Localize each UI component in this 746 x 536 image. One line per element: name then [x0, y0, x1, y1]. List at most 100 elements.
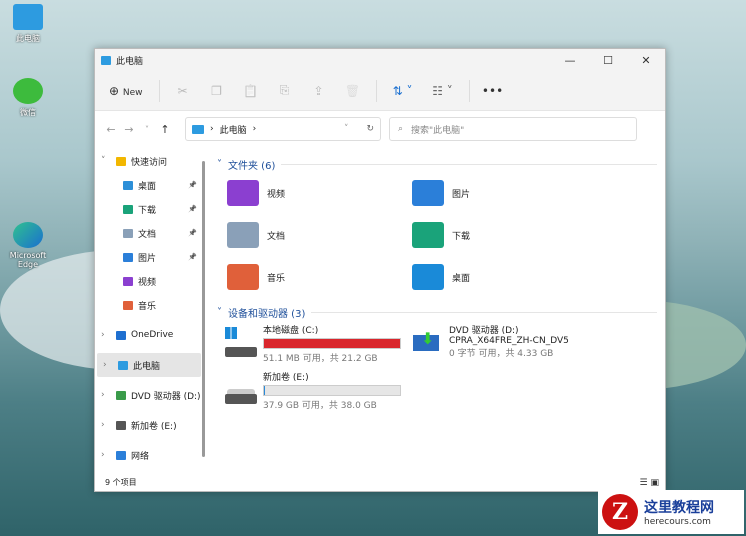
sidebar-item[interactable]: 图片 📌 [95, 245, 205, 269]
details-view-button[interactable]: ☰ [640, 478, 648, 488]
folder-icon [123, 252, 133, 262]
folder-icon [118, 360, 128, 370]
address-bar[interactable]: › 此电脑 › ˅ ↻ [185, 117, 381, 141]
forward-button[interactable]: → [121, 123, 137, 136]
folder-label: 图片 [452, 189, 471, 200]
drive-label: DVD 驱动器 (D:) [449, 326, 519, 336]
folder-icon [116, 330, 126, 340]
sidebar-item-label: 此电脑 [133, 361, 161, 372]
cut-icon[interactable]: ✂ [166, 84, 200, 98]
search-input[interactable]: ⌕ 搜索"此电脑" [389, 117, 637, 141]
up-button[interactable]: ↑ [157, 123, 173, 136]
sidebar-item-label: 快速访问 [131, 157, 168, 168]
folder-item[interactable]: 音乐 [227, 261, 412, 293]
sidebar-item-label: 音乐 [138, 301, 157, 312]
sidebar-item-label: 文档 [138, 229, 157, 240]
sidebar-item-label: DVD 驱动器 (D:) [131, 391, 201, 402]
search-placeholder: 搜索"此电脑" [411, 125, 465, 136]
copy-icon[interactable]: ❐ [200, 84, 234, 98]
chevron-icon[interactable]: ˅ [101, 156, 111, 166]
recent-locations-button[interactable]: ˅ [139, 125, 155, 134]
minimize-button[interactable]: — [551, 54, 589, 67]
drives-group-header[interactable]: ˅ 设备和驱动器 (3) [213, 301, 665, 323]
chevron-icon[interactable]: › [101, 390, 111, 400]
divider [468, 79, 470, 102]
dvd-drive-icon: ⬇ [411, 327, 443, 357]
sidebar-scrollbar[interactable] [202, 161, 205, 457]
chevron-icon[interactable]: › [103, 360, 113, 370]
navigation-pane: ˅ 快速访问 桌面 📌 下载 📌 文档 📌 图片 📌 视频 音乐 › OneDrive › 此电脑 › DVD 驱… [95, 149, 205, 479]
back-button[interactable]: ← [103, 123, 119, 136]
folder-item[interactable]: 文档 [227, 219, 412, 251]
sidebar-item[interactable]: 文档 📌 [95, 221, 205, 245]
folder-item[interactable]: 视频 [227, 177, 412, 209]
folder-label: 音乐 [267, 273, 286, 284]
item-count: 9 个项目 [105, 478, 137, 487]
sidebar-item-label: 桌面 [138, 181, 157, 192]
drive-space: 37.9 GB 可用，共 38.0 GB [263, 401, 377, 411]
command-bar: ⊕ New ✂ ❐ 📋 ⎘ ⇪ 🗑 ⇅ ˅ ☷ ˅ ••• [95, 71, 665, 111]
folder-icon [123, 300, 133, 310]
folders-group-header[interactable]: ˅ 文件夹 (6) [213, 153, 665, 175]
drive-e[interactable]: 新加卷 (E:) 37.9 GB 可用，共 38.0 GB [225, 370, 411, 411]
drive-d[interactable]: ⬇ DVD 驱动器 (D:) CPRA_X64FRE_ZH-CN_DV5 0 字节 … [411, 323, 611, 364]
watermark-site: 这里教程网 [644, 500, 714, 516]
folder-icon [227, 264, 259, 290]
desktop-icon-this-pc[interactable]: 此电脑 [3, 4, 53, 44]
desktop-icon-edge[interactable]: Microsoft Edge [3, 222, 53, 269]
folder-icon [116, 450, 126, 460]
pin-icon: 📌 [188, 253, 197, 261]
sidebar-item[interactable]: › 此电脑 [97, 353, 201, 377]
folder-icon [227, 180, 259, 206]
folder-label: 文档 [267, 231, 286, 242]
chevron-icon[interactable]: › [101, 330, 111, 340]
new-button[interactable]: ⊕ New [109, 84, 143, 98]
folder-icon [412, 180, 444, 206]
delete-icon[interactable]: 🗑 [336, 84, 370, 98]
close-button[interactable]: ✕ [627, 54, 665, 67]
folder-icon [116, 420, 126, 430]
folder-label: 下载 [452, 231, 471, 242]
view-button[interactable]: ☷ ˅ [423, 84, 463, 98]
breadcrumb-separator: › [210, 124, 214, 134]
chevron-icon[interactable]: › [101, 450, 111, 460]
sort-button[interactable]: ⇅ ˅ [383, 84, 423, 98]
drive-space: 0 字节 可用，共 4.33 GB [449, 349, 554, 359]
sidebar-item[interactable]: › 网络 [95, 443, 205, 467]
label: Microsoft Edge [9, 251, 47, 269]
breadcrumb-separator[interactable]: › [253, 124, 257, 134]
pin-icon: 📌 [188, 229, 197, 237]
chevron-icon[interactable]: › [101, 420, 111, 430]
refresh-button[interactable]: ↻ [366, 124, 374, 134]
sidebar-item[interactable]: › OneDrive [95, 323, 205, 347]
sidebar-item[interactable]: 下载 📌 [95, 197, 205, 221]
sidebar-item[interactable]: 音乐 [95, 293, 205, 317]
share-icon[interactable]: ⇪ [302, 84, 336, 98]
address-dropdown[interactable]: ˅ [344, 124, 349, 134]
label: 此电脑 [16, 34, 40, 43]
sidebar-item[interactable]: › 新加卷 (E:) [95, 413, 205, 437]
rename-icon[interactable]: ⎘ [268, 83, 302, 98]
more-button[interactable]: ••• [476, 84, 510, 98]
breadcrumb-this-pc[interactable]: 此电脑 [220, 123, 247, 136]
hard-drive-icon [225, 374, 257, 404]
sidebar-item-label: 网络 [131, 451, 150, 462]
folder-item[interactable]: 图片 [412, 177, 597, 209]
drive-c[interactable]: 本地磁盘 (C:) 51.1 MB 可用，共 21.2 GB [225, 323, 411, 364]
paste-icon[interactable]: 📋 [234, 84, 268, 98]
folder-icon [412, 264, 444, 290]
watermark-url: herecours.com [644, 517, 711, 527]
sidebar-item[interactable]: 桌面 📌 [95, 173, 205, 197]
divider [375, 79, 377, 102]
folder-item[interactable]: 桌面 [412, 261, 597, 293]
tiles-view-button[interactable]: ▣ [650, 478, 659, 488]
sidebar-item-label: 下载 [138, 205, 157, 216]
folder-icon [123, 204, 133, 214]
desktop-icon-wechat[interactable]: 微信 [3, 78, 53, 118]
sidebar-item[interactable]: › DVD 驱动器 (D:) [95, 383, 205, 407]
content-pane: ˅ 文件夹 (6) 视频 图片文档 下载音乐 桌面 ˅ 设备和驱动器 (3) 本地磁盘 (… [213, 153, 665, 475]
sidebar-item[interactable]: ˅ 快速访问 [95, 149, 205, 173]
folder-item[interactable]: 下载 [412, 219, 597, 251]
sidebar-item[interactable]: 视频 [95, 269, 205, 293]
maximize-button[interactable]: ☐ [589, 54, 627, 67]
